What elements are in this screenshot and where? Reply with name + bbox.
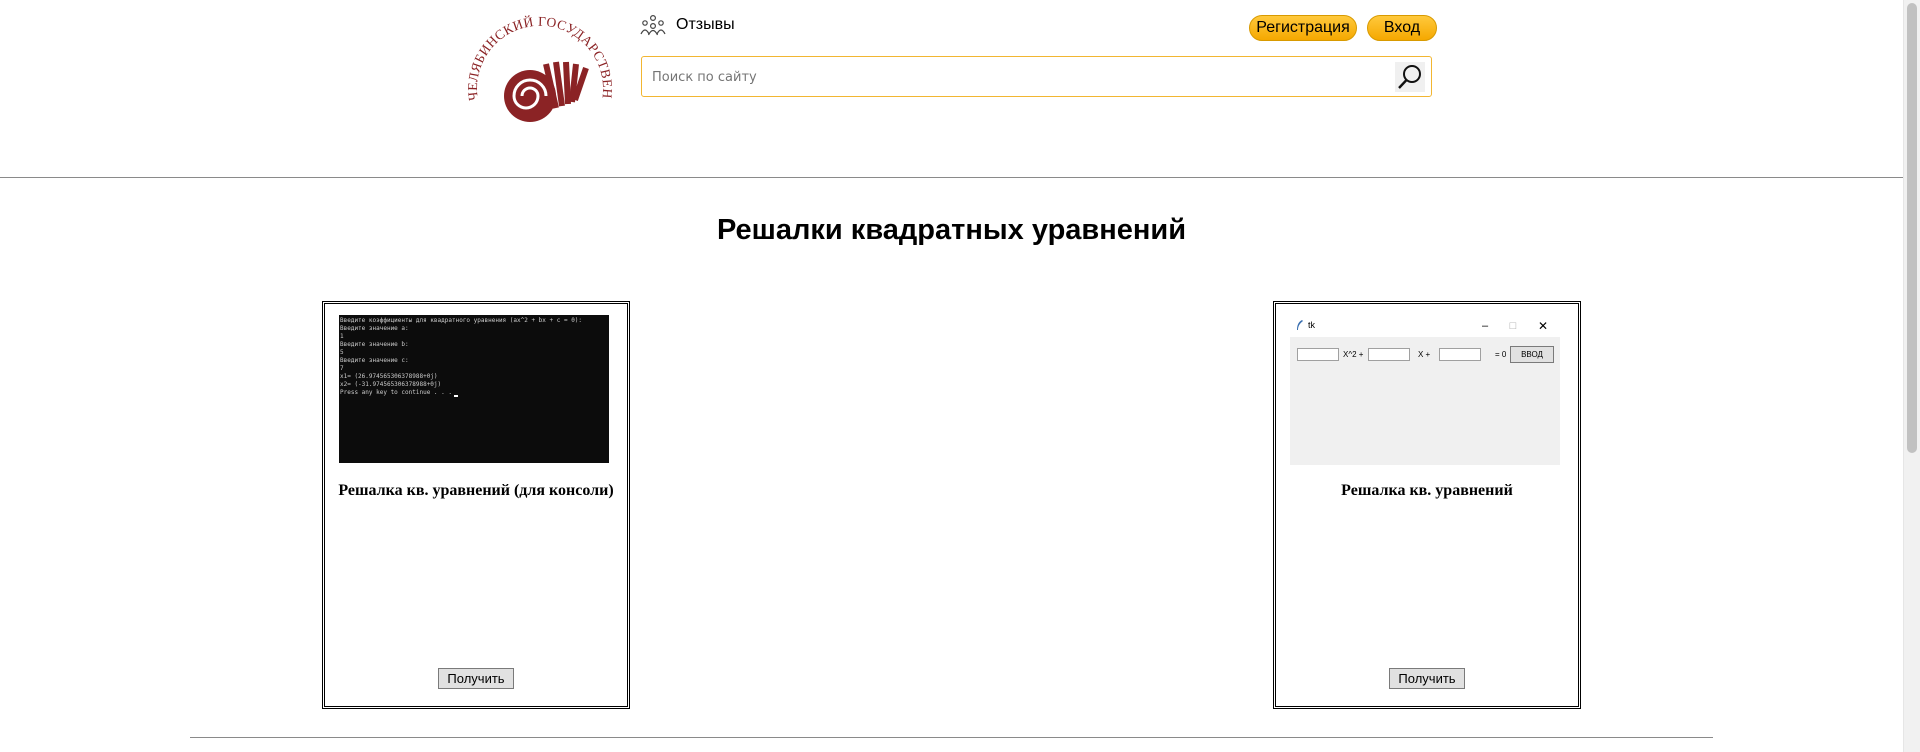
console-line: 5 [340, 349, 344, 356]
card-title: Решалка кв. уравнений (для консоли) [338, 482, 614, 499]
search-button[interactable] [1395, 62, 1425, 92]
tk-label-x2: X^2 + [1343, 350, 1364, 359]
tk-entry-b [1368, 348, 1410, 361]
console-line: x2= (-31.974565306378988+0j) [340, 381, 442, 388]
console-line: 1 [340, 333, 344, 340]
tk-titlebar: tk – □ ✕ [1290, 315, 1560, 337]
minimize-icon: – [1481, 320, 1489, 332]
footer-divider [190, 737, 1713, 738]
console-line: x1= (26.974565306378988+0j) [340, 373, 438, 380]
tk-entry-c [1439, 348, 1481, 361]
tk-label-x: X + [1418, 350, 1431, 359]
maximize-icon: □ [1509, 320, 1517, 332]
people-icon [640, 14, 666, 36]
feather-icon [1297, 320, 1303, 330]
get-button[interactable]: Получить [438, 668, 514, 689]
header-divider [0, 177, 1903, 178]
search-bar [641, 56, 1432, 97]
search-icon [1398, 65, 1421, 89]
console-cursor [453, 395, 458, 397]
console-screenshot: Введите коэффициенты для квадратного ура… [339, 315, 609, 463]
register-button[interactable]: Регистрация [1249, 15, 1357, 41]
console-line: Введите коэффициенты для квадратного ура… [340, 317, 583, 324]
page-title: Решалки квадратных уравнений [716, 214, 1187, 246]
search-input[interactable] [650, 63, 1374, 92]
tk-title: tk [1308, 320, 1316, 330]
university-logo[interactable]: ЧЕЛЯБИНСКИЙ ГОСУДАРСТВЕННЫЙ УНИВЕРСИТЕТ [462, 8, 618, 164]
tk-enter-button: ВВОД [1510, 346, 1554, 363]
login-button[interactable]: Вход [1367, 15, 1437, 41]
tk-label-eq: = 0 [1495, 350, 1507, 359]
tk-equation-row: X^2 + X + = 0 ВВОД [1297, 346, 1557, 363]
tk-entry-a [1297, 348, 1339, 361]
console-line: Введите значение b: [340, 341, 409, 348]
reviews-label: Отзывы [676, 16, 735, 33]
close-icon: ✕ [1537, 319, 1549, 333]
console-line: Press any key to continue . . . [340, 389, 452, 396]
console-line: Введите значение a: [340, 325, 409, 332]
get-button[interactable]: Получить [1389, 668, 1465, 689]
card-title: Решалка кв. уравнений [1341, 482, 1513, 499]
tk-window-screenshot: tk – □ ✕ X^2 + X + = 0 ВВОД [1290, 315, 1560, 465]
page-scrollbar[interactable] [1903, 0, 1920, 752]
solver-card-console: Введите коэффициенты для квадратного ура… [322, 301, 630, 709]
solver-card-gui: tk – □ ✕ X^2 + X + = 0 ВВОД Решалка кв. … [1273, 301, 1581, 709]
console-line: 7 [340, 365, 344, 372]
console-line: Введите значение c: [340, 357, 409, 364]
reviews-link[interactable]: Отзывы [640, 14, 735, 36]
scrollbar-thumb[interactable] [1907, 3, 1917, 453]
